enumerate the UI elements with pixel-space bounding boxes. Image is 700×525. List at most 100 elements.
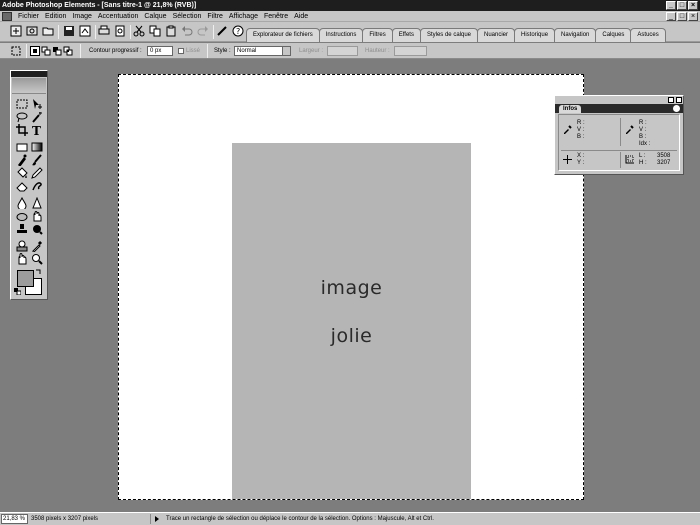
image-text-line-1: image — [320, 277, 383, 299]
info-palette-titlebar[interactable] — [555, 96, 683, 104]
tab-infos[interactable]: Infos — [559, 105, 582, 113]
gradient-icon[interactable] — [31, 141, 43, 153]
open-folder-icon[interactable] — [42, 25, 54, 37]
paint-bucket-icon[interactable] — [16, 167, 28, 179]
eyedropper-icon[interactable] — [563, 125, 572, 134]
tab-effets[interactable]: Effets — [391, 28, 421, 42]
save-icon[interactable] — [63, 25, 75, 37]
shape-tool-icon[interactable] — [16, 141, 28, 153]
minimize-button[interactable]: _ — [666, 1, 676, 10]
tab-instructions[interactable]: Instructions — [318, 28, 364, 42]
play-arrow-icon[interactable] — [155, 516, 159, 522]
magic-wand-icon[interactable] — [31, 111, 43, 123]
maximize-button[interactable]: □ — [677, 1, 687, 10]
foreground-color-swatch[interactable] — [17, 270, 34, 287]
clone-stamp-icon[interactable] — [16, 223, 28, 235]
anti-alias-checkbox[interactable] — [178, 48, 184, 54]
smudge-icon[interactable] — [31, 210, 43, 222]
tab-astuces[interactable]: Astuces — [630, 28, 666, 42]
pattern-stamp-icon[interactable] — [16, 240, 28, 252]
sharpen-icon[interactable] — [31, 197, 43, 209]
save-for-web-icon[interactable] — [79, 25, 91, 37]
eyedropper-icon[interactable] — [31, 240, 43, 252]
print-preview-icon[interactable] — [114, 25, 126, 37]
move-tool-icon[interactable] — [31, 98, 43, 110]
menu-filtre[interactable]: Filtre — [204, 11, 226, 22]
close-button[interactable]: × — [688, 1, 698, 10]
palette-minimize-button[interactable] — [668, 97, 674, 103]
width-input — [327, 46, 358, 56]
tab-nuancier[interactable]: Nuancier — [477, 28, 516, 42]
info-palette: Infos R : V : B : R : V : B : Idx : X : … — [554, 95, 684, 175]
palette-close-button[interactable] — [676, 97, 682, 103]
lisse-label: Lissé — [186, 48, 201, 54]
doc-close-button[interactable]: × — [688, 12, 698, 21]
sponge-icon[interactable] — [16, 210, 28, 222]
menu-image[interactable]: Image — [69, 11, 94, 22]
red-eye-brush-icon[interactable] — [16, 154, 28, 166]
tab-navigation[interactable]: Navigation — [554, 28, 597, 42]
menu-calque[interactable]: Calque — [141, 11, 169, 22]
paste-icon[interactable] — [165, 25, 177, 37]
menu-aide[interactable]: Aide — [291, 11, 311, 22]
add-selection-icon[interactable] — [41, 46, 51, 56]
new-document-icon[interactable] — [10, 25, 22, 37]
zoom-level-input[interactable]: 21,83 % — [1, 514, 28, 524]
new-selection-icon[interactable] — [30, 46, 40, 56]
toolbar-divider — [130, 25, 131, 39]
blur-icon[interactable] — [16, 197, 28, 209]
document-size[interactable]: 3508 pixels x 3207 pixels — [31, 513, 98, 525]
menu-affichage[interactable]: Affichage — [226, 11, 261, 22]
copy-icon[interactable] — [149, 25, 161, 37]
menu-bar: Fichier Edition Image Accentuation Calqu… — [0, 11, 700, 22]
doc-restore-button[interactable]: □ — [677, 12, 687, 21]
hand-tool-icon[interactable] — [16, 253, 28, 265]
zoom-tool-icon[interactable] — [31, 253, 43, 265]
tab-calques[interactable]: Calques — [595, 28, 632, 42]
doc-minimize-button[interactable]: _ — [666, 12, 676, 21]
menu-fenetre[interactable]: Fenêtre — [261, 11, 291, 22]
palette-well: Explorateur de fichiers Instructions Fil… — [246, 26, 666, 42]
document-canvas[interactable]: image jolie — [118, 74, 584, 500]
tools-palette-titlebar[interactable] — [11, 71, 47, 77]
largeur-label: Largeur : — [299, 48, 324, 54]
menu-edition[interactable]: Edition — [42, 11, 69, 22]
selection-size-icon — [625, 155, 634, 164]
impressionist-brush-icon[interactable] — [31, 180, 43, 192]
cut-icon[interactable] — [133, 25, 145, 37]
more-options-icon[interactable] — [673, 105, 680, 112]
print-icon[interactable] — [98, 25, 110, 37]
menu-accentuation[interactable]: Accentuation — [95, 11, 141, 22]
crop-icon[interactable] — [16, 124, 28, 136]
lasso-icon[interactable] — [16, 111, 28, 123]
feather-input[interactable]: 0 px — [147, 46, 173, 56]
photo-icon[interactable] — [26, 25, 38, 37]
svg-text:T: T — [32, 124, 41, 136]
tab-explorateur[interactable]: Explorateur de fichiers — [246, 28, 320, 42]
menu-fichier[interactable]: Fichier — [15, 11, 42, 22]
menu-selection[interactable]: Sélection — [170, 11, 205, 22]
eraser-icon[interactable] — [16, 180, 28, 192]
undo-icon[interactable] — [181, 25, 193, 37]
type-tool-icon[interactable]: T — [31, 124, 43, 136]
marquee-tool-icon[interactable] — [11, 46, 21, 56]
default-colors-icon[interactable] — [14, 288, 21, 295]
tab-filtres[interactable]: Filtres — [362, 28, 393, 42]
tab-styles-de-calque[interactable]: Styles de calque — [419, 28, 478, 42]
document-icon[interactable] — [2, 11, 12, 21]
subtract-selection-icon[interactable] — [52, 46, 62, 56]
tab-historique[interactable]: Historique — [514, 28, 556, 42]
chevron-down-icon[interactable] — [282, 47, 290, 55]
style-select[interactable]: Normal — [234, 46, 291, 56]
redo-icon[interactable] — [197, 25, 209, 37]
eyedropper-icon[interactable] — [625, 125, 634, 134]
intersect-selection-icon[interactable] — [63, 46, 73, 56]
step-backward-icon[interactable] — [216, 25, 228, 37]
burn-icon[interactable] — [31, 223, 43, 235]
rectangular-marquee-icon[interactable] — [16, 98, 28, 110]
help-icon[interactable]: ? — [232, 25, 244, 37]
image-layer[interactable]: image jolie — [232, 143, 471, 499]
swap-colors-icon[interactable] — [35, 269, 41, 275]
pencil-icon[interactable] — [31, 167, 43, 179]
brush-icon[interactable] — [31, 154, 43, 166]
